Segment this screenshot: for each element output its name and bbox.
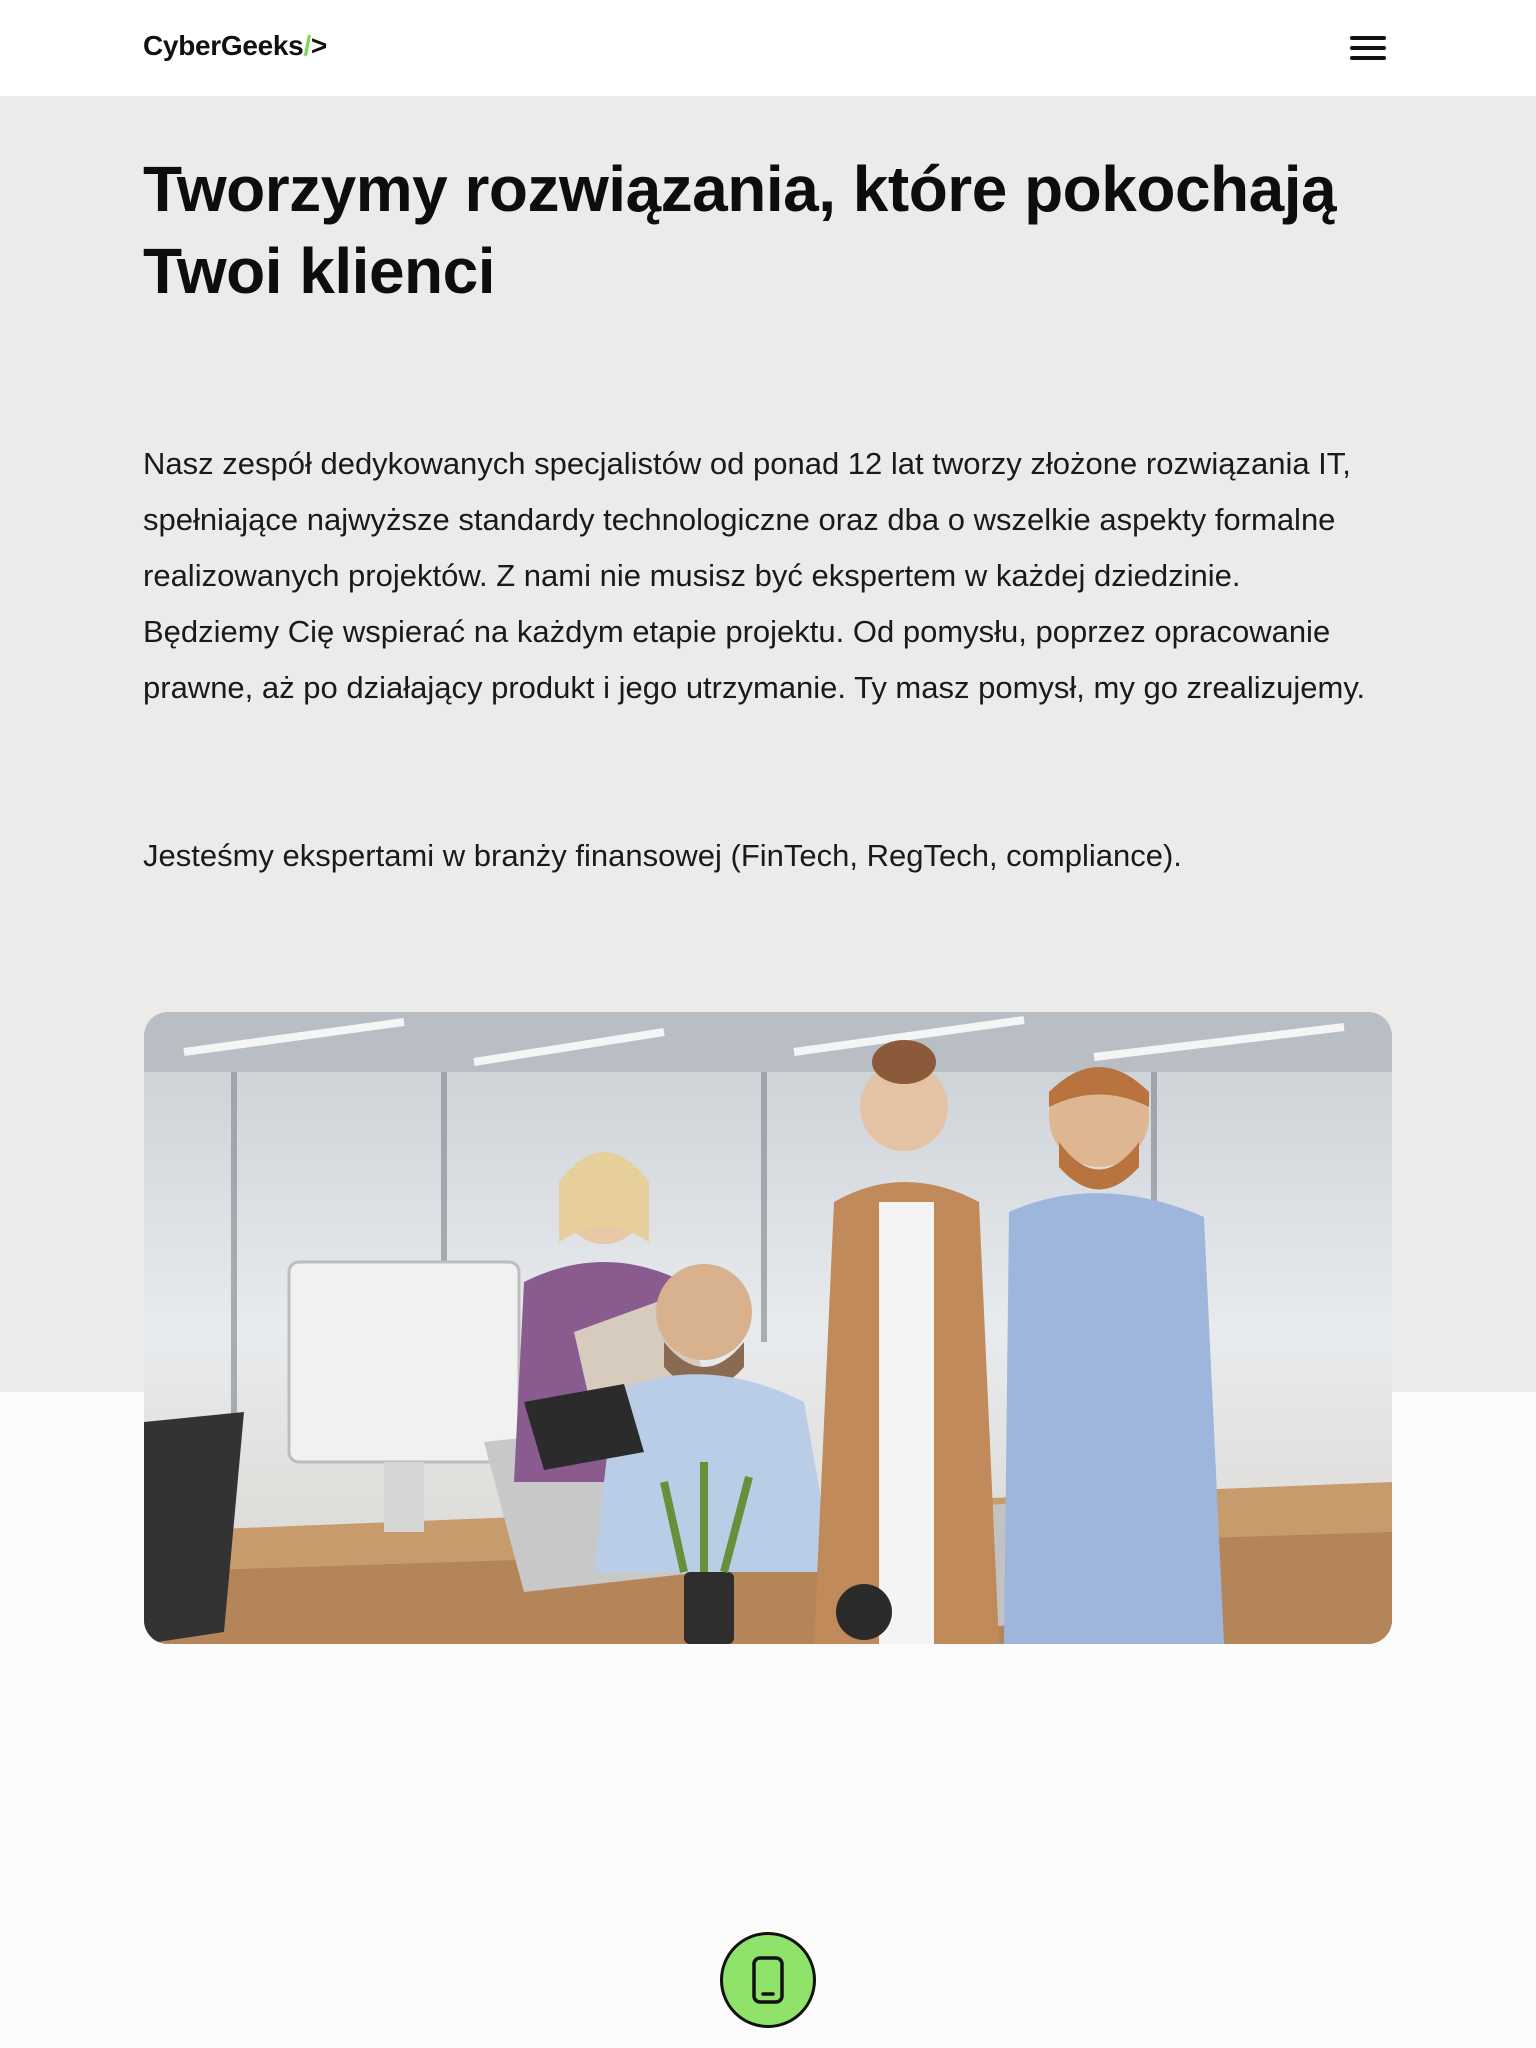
logo-slash: / bbox=[303, 30, 311, 61]
team-photo bbox=[144, 1012, 1392, 1644]
logo-suffix: > bbox=[310, 30, 327, 61]
phone-icon bbox=[752, 1956, 784, 2004]
hero-paragraph: Nasz zespół dedykowanych specjalistów od… bbox=[143, 446, 1366, 705]
hero-title: Tworzymy rozwiązania, które pokochają Tw… bbox=[143, 153, 1337, 307]
page: CyberGeeks/> Tworzymy rozwiązania, które… bbox=[0, 0, 1536, 2048]
hero-paragraph-fintech: Jesteśmy ekspertami w branży finansowej … bbox=[143, 838, 1182, 873]
hamburger-icon[interactable] bbox=[1348, 32, 1388, 64]
logo-text: CyberGeeks bbox=[143, 30, 304, 61]
phone-contact-button[interactable] bbox=[720, 1932, 816, 2028]
site-header: CyberGeeks/> bbox=[0, 0, 1536, 96]
logo[interactable]: CyberGeeks/> bbox=[143, 28, 327, 64]
